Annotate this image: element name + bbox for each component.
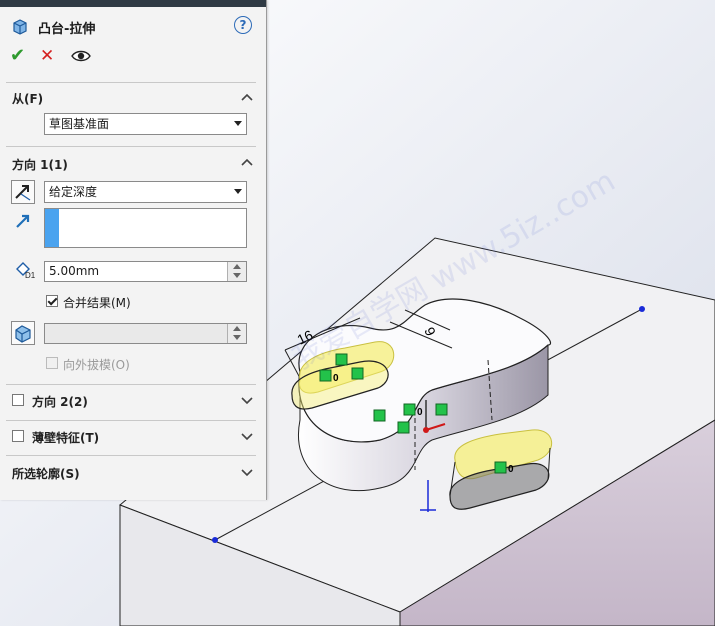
merge-result-label: 合并结果(M): [63, 296, 131, 310]
reverse-direction-icon: [15, 185, 31, 201]
chevron-up-icon[interactable]: [241, 92, 253, 102]
divider: [6, 146, 256, 147]
depth-dimension-icon: D1: [16, 262, 36, 280]
relation-zero-label: 0: [508, 464, 514, 475]
end-condition-select[interactable]: 给定深度: [44, 181, 247, 203]
end-condition-value: 给定深度: [49, 185, 98, 199]
chevron-down-icon[interactable]: [241, 395, 253, 405]
divider: [6, 455, 256, 456]
boss-extrude-icon: [13, 19, 27, 35]
active-selection-indicator: [45, 209, 59, 247]
relation-zero-label: 0: [333, 373, 339, 384]
direction2-section-title[interactable]: 方向 2(2): [32, 393, 88, 410]
dropdown-arrow-icon: [234, 189, 242, 194]
direction2-checkbox[interactable]: [12, 394, 24, 406]
panel-header-strip: [0, 0, 266, 7]
axis-endpoint[interactable]: [212, 537, 218, 543]
from-start-condition-select[interactable]: 草图基准面: [44, 113, 247, 135]
depth-spinner[interactable]: [227, 262, 246, 281]
action-buttons: ✔ ✕: [10, 46, 92, 66]
selected-contours-section-title[interactable]: 所选轮廓(S): [12, 465, 80, 482]
draft-icon: [15, 325, 31, 343]
chevron-up-icon[interactable]: [241, 157, 253, 167]
cancel-button[interactable]: ✕: [40, 46, 58, 66]
relation-zero-label: 0: [417, 407, 423, 418]
draft-angle-input[interactable]: [44, 323, 247, 344]
draft-angle-spinner[interactable]: [227, 324, 246, 343]
depth-dim-label: D1: [25, 271, 36, 280]
divider: [6, 420, 256, 421]
thin-feature-checkbox[interactable]: [12, 430, 24, 442]
preview-eye-icon[interactable]: [70, 46, 92, 66]
chevron-down-icon[interactable]: [241, 431, 253, 441]
depth-input[interactable]: 5.00mm: [44, 261, 247, 282]
draft-toggle-button[interactable]: [11, 321, 35, 345]
divider: [6, 384, 256, 385]
direction-vector-icon: [16, 214, 30, 228]
feature-title: 凸台-拉伸: [38, 21, 96, 37]
direction-reference-selection-box[interactable]: [44, 208, 247, 248]
feature-title-row: 凸台-拉伸 ?: [10, 16, 260, 38]
thin-feature-section-title[interactable]: 薄壁特征(T): [32, 429, 99, 446]
from-selected-value: 草图基准面: [49, 117, 110, 131]
chevron-down-icon[interactable]: [241, 467, 253, 477]
from-section-title[interactable]: 从(F): [12, 90, 43, 107]
draft-outward-label: 向外拔模(O): [63, 358, 130, 372]
dropdown-arrow-icon: [234, 121, 242, 126]
direction1-section-title[interactable]: 方向 1(1): [12, 156, 68, 173]
property-manager-panel: 凸台-拉伸 ? ✔ ✕ 从(F) 草图基准面 方向 1(1) 给定深度 D1 5…: [0, 0, 267, 500]
depth-value: 5.00mm: [49, 264, 100, 278]
axis-endpoint[interactable]: [639, 306, 645, 312]
help-icon[interactable]: ?: [234, 16, 252, 34]
divider: [6, 82, 256, 83]
ok-button[interactable]: ✔: [10, 46, 28, 66]
draft-outward-checkbox[interactable]: [46, 357, 58, 369]
reverse-direction-button[interactable]: [11, 180, 35, 204]
merge-result-checkbox[interactable]: [46, 295, 58, 307]
